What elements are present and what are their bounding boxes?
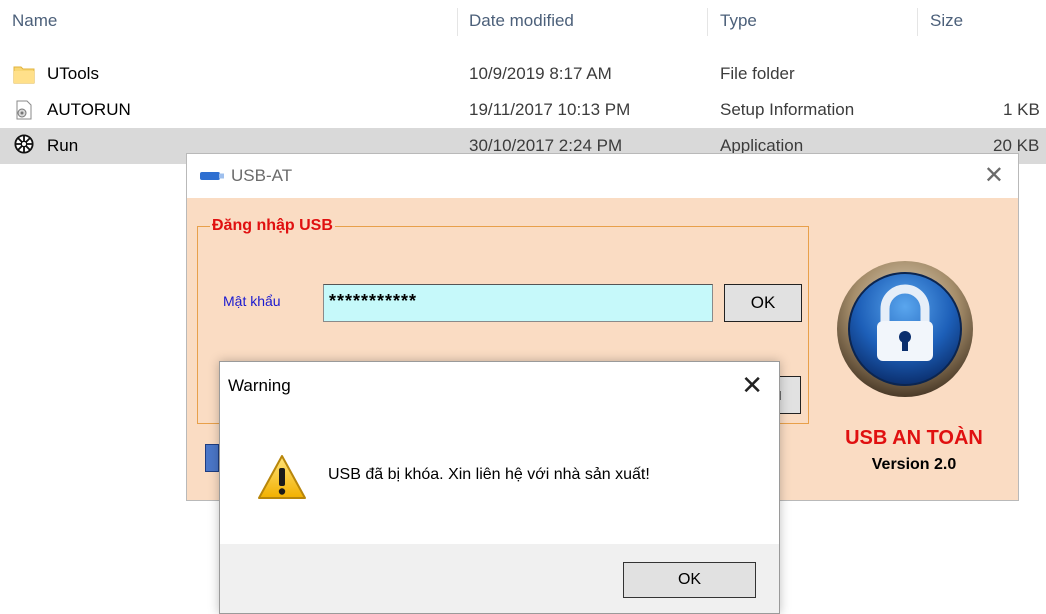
small-app-icon[interactable]	[205, 444, 219, 472]
application-icon	[14, 134, 34, 154]
ok-button[interactable]: OK	[724, 284, 802, 322]
setup-info-icon	[16, 100, 32, 120]
window-title: USB-AT	[231, 166, 293, 185]
column-header-date[interactable]: Date modified	[469, 0, 574, 42]
file-date: 10/9/2019 8:17 AM	[469, 64, 612, 83]
dialog-title: Warning	[228, 376, 291, 395]
group-title: Đăng nhập USB	[210, 215, 335, 237]
column-header-type[interactable]: Type	[720, 0, 757, 42]
warning-dialog: Warning ✕ USB đã bị khóa. Xin liên hệ vớ…	[219, 361, 780, 614]
version-label: Version 2.0	[871, 456, 957, 473]
file-name: Run	[47, 136, 79, 155]
ok-button[interactable]: OK	[623, 562, 756, 598]
file-row[interactable]: UTools 10/9/2019 8:17 AM File folder	[0, 56, 1046, 92]
file-name: UTools	[47, 64, 99, 83]
column-header-size[interactable]: Size	[930, 0, 963, 42]
file-type: Setup Information	[720, 100, 855, 119]
dialog-footer: OK	[220, 544, 779, 613]
column-separator[interactable]	[457, 8, 458, 36]
warning-message: USB đã bị khóa. Xin liên hệ với nhà sản …	[328, 466, 650, 483]
file-name: AUTORUN	[47, 100, 131, 119]
column-separator[interactable]	[917, 8, 918, 36]
usb-drive-icon	[200, 172, 224, 180]
password-label: Mật khẩu	[223, 293, 281, 309]
file-row[interactable]: AUTORUN 19/11/2017 10:13 PM Setup Inform…	[0, 92, 1046, 128]
title-bar[interactable]: USB-AT ✕	[187, 154, 1018, 198]
file-date: 19/11/2017 10:13 PM	[469, 100, 631, 119]
warning-icon	[258, 455, 306, 499]
file-type: File folder	[720, 64, 795, 83]
close-button[interactable]: ✕	[984, 163, 1004, 189]
column-header-name[interactable]: Name	[12, 0, 57, 42]
file-size: 1 KB	[1003, 100, 1040, 119]
password-field[interactable]: ***********	[323, 284, 713, 322]
folder-icon	[13, 66, 35, 84]
lock-icon	[837, 261, 973, 397]
column-separator[interactable]	[707, 8, 708, 36]
brand-name: USB AN TOÀN	[845, 427, 983, 449]
close-button[interactable]: ✕	[741, 370, 763, 400]
